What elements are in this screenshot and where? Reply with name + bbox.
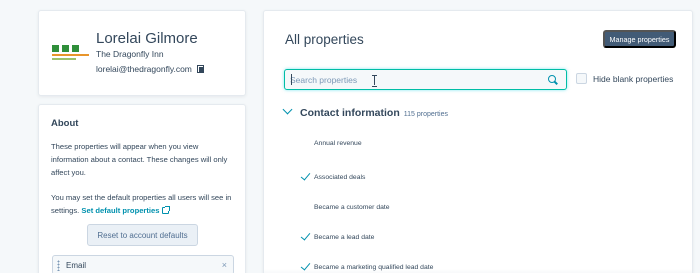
logo-letter-block bbox=[62, 45, 69, 52]
contact-email-row: lorelai@thedragonfly.com bbox=[96, 64, 204, 74]
page-title: All properties bbox=[285, 32, 364, 47]
property-row[interactable]: Annual revenue bbox=[300, 137, 362, 149]
set-default-properties-link[interactable]: Set default properties bbox=[81, 206, 159, 215]
reset-to-defaults-button[interactable]: Reset to account defaults bbox=[87, 224, 198, 246]
company-logo bbox=[52, 45, 89, 63]
about-settings-note: You may set the default properties all u… bbox=[51, 191, 237, 217]
contact-name: Lorelai Gilmore bbox=[96, 30, 198, 47]
search-icon[interactable] bbox=[548, 75, 558, 85]
hide-blank-label[interactable]: Hide blank properties bbox=[593, 74, 673, 84]
scroll-fade bbox=[264, 269, 692, 273]
section-header-contact-information[interactable]: Contact information 115 properties bbox=[282, 104, 448, 119]
copy-icon[interactable] bbox=[196, 65, 204, 73]
contact-profile-card: Lorelai Gilmore The Dragonfly Inn lorela… bbox=[38, 10, 246, 96]
checkmark-icon[interactable] bbox=[300, 231, 312, 243]
text-cursor-icon bbox=[372, 75, 377, 87]
section-title[interactable]: Contact information bbox=[300, 107, 400, 119]
contact-company[interactable]: The Dragonfly Inn bbox=[96, 49, 164, 59]
property-label[interactable]: Annual revenue bbox=[314, 140, 362, 147]
logo-letter-block bbox=[72, 45, 79, 52]
search-input[interactable] bbox=[290, 73, 540, 86]
property-label[interactable]: Became a lead date bbox=[314, 234, 374, 241]
search-box[interactable] bbox=[284, 69, 567, 90]
property-row[interactable]: Associated deals bbox=[300, 171, 365, 183]
all-properties-panel: All properties Manage properties Hide bl… bbox=[263, 10, 693, 273]
hide-blank-toggle[interactable]: Hide blank properties bbox=[576, 73, 673, 84]
logo-letter-block bbox=[52, 45, 59, 52]
about-card: About These properties will appear when … bbox=[38, 104, 246, 273]
property-row[interactable]: Became a lead date bbox=[300, 231, 374, 243]
text-caret bbox=[291, 74, 292, 85]
pinned-property-label: Email bbox=[66, 261, 87, 270]
property-label[interactable]: Became a customer date bbox=[314, 204, 390, 211]
logo-stripe bbox=[52, 58, 76, 60]
property-row[interactable]: Became a customer date bbox=[300, 201, 390, 213]
drag-handle-icon[interactable] bbox=[57, 260, 60, 271]
about-description: These properties will appear when you vi… bbox=[51, 142, 228, 177]
property-check-icon[interactable] bbox=[300, 137, 312, 149]
checkmark-icon[interactable] bbox=[300, 171, 312, 183]
pinned-property-item[interactable]: Email × bbox=[52, 255, 234, 273]
external-link-icon[interactable] bbox=[162, 206, 171, 214]
property-label[interactable]: Associated deals bbox=[314, 174, 365, 181]
remove-icon[interactable]: × bbox=[222, 260, 227, 270]
manage-properties-button[interactable]: Manage properties bbox=[603, 30, 676, 48]
about-title: About bbox=[51, 118, 79, 129]
property-check-icon[interactable] bbox=[300, 201, 312, 213]
contact-email[interactable]: lorelai@thedragonfly.com bbox=[96, 64, 192, 74]
section-count: 115 properties bbox=[403, 111, 448, 118]
hide-blank-checkbox[interactable] bbox=[576, 73, 587, 84]
logo-stripe bbox=[52, 54, 89, 56]
chevron-down-icon[interactable] bbox=[282, 104, 293, 115]
